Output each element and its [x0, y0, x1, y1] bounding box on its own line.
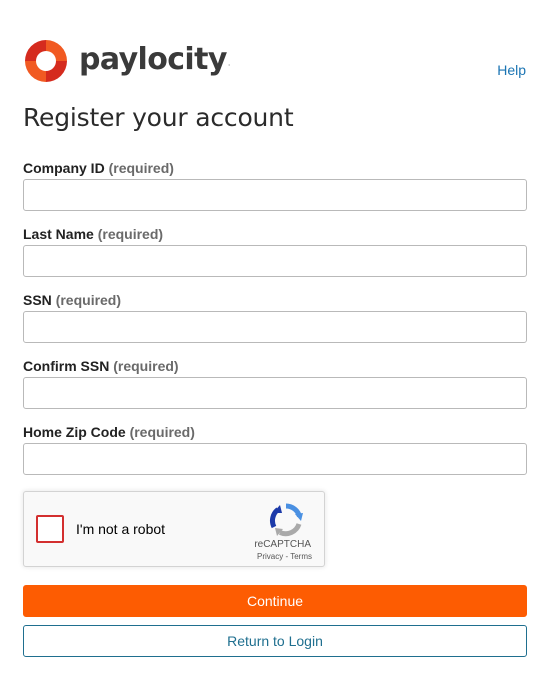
brand-name: paylocity [79, 42, 227, 77]
required-indicator: (required) [55, 292, 122, 308]
confirm-ssn-label-text: Confirm SSN [23, 358, 110, 374]
ssn-label: SSN (required) [23, 291, 527, 311]
recaptcha-links: Privacy - Terms [257, 552, 312, 561]
help-link[interactable]: Help [497, 62, 526, 78]
registration-form: Company ID (required) Last Name (require… [23, 159, 527, 489]
home-zip-code-label-text: Home Zip Code [23, 424, 126, 440]
ssn-input[interactable] [23, 311, 527, 343]
confirm-ssn-field-group: Confirm SSN (required) [23, 357, 527, 423]
recaptcha-logo-icon [268, 502, 304, 538]
home-zip-code-field-group: Home Zip Code (required) [23, 423, 527, 489]
paylocity-wordmark: paylocity· [79, 37, 230, 83]
paylocity-logo: paylocity· [23, 38, 230, 84]
recaptcha-privacy-link[interactable]: Privacy [257, 552, 283, 561]
company-id-label: Company ID (required) [23, 159, 527, 179]
company-id-field-group: Company ID (required) [23, 159, 527, 225]
recaptcha-terms-link[interactable]: Terms [290, 552, 312, 561]
company-id-label-text: Company ID [23, 160, 105, 176]
recaptcha-brand: reCAPTCHA [254, 539, 311, 550]
continue-button[interactable]: Continue [23, 585, 527, 617]
home-zip-code-label: Home Zip Code (required) [23, 423, 527, 443]
required-indicator: (required) [113, 358, 179, 374]
last-name-label: Last Name (required) [23, 225, 527, 245]
register-page: paylocity· Help Register your account Co… [0, 0, 556, 683]
recaptcha-widget: I'm not a robot reCAPTCHA Privacy - Term… [23, 491, 325, 567]
required-indicator: (required) [129, 424, 195, 440]
company-id-input[interactable] [23, 179, 527, 211]
recaptcha-label: I'm not a robot [76, 521, 166, 537]
last-name-field-group: Last Name (required) [23, 225, 527, 291]
confirm-ssn-label: Confirm SSN (required) [23, 357, 527, 377]
home-zip-code-input[interactable] [23, 443, 527, 475]
ssn-label-text: SSN [23, 292, 52, 308]
recaptcha-checkbox[interactable] [36, 515, 64, 543]
last-name-input[interactable] [23, 245, 527, 277]
required-indicator: (required) [108, 160, 174, 176]
paylocity-logo-icon [23, 38, 69, 84]
last-name-label-text: Last Name [23, 226, 94, 242]
required-indicator: (required) [97, 226, 164, 242]
trademark-mark: · [227, 61, 231, 70]
confirm-ssn-input[interactable] [23, 377, 527, 409]
return-to-login-button[interactable]: Return to Login [23, 625, 527, 657]
page-title: Register your account [23, 103, 294, 132]
ssn-field-group: SSN (required) [23, 291, 527, 357]
